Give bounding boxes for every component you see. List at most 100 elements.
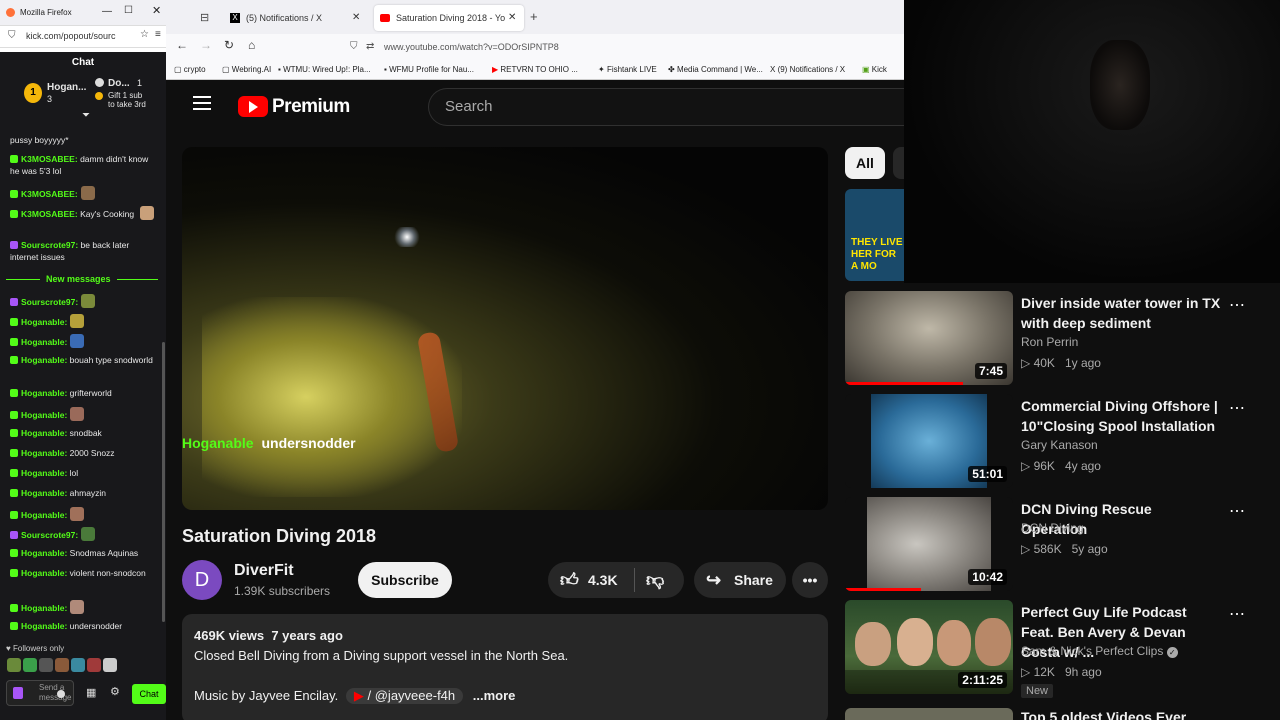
more-link[interactable]: ...more bbox=[473, 688, 516, 703]
rec-title[interactable]: Commercial Diving Offshore | 10"Closing … bbox=[1021, 396, 1221, 436]
message-user[interactable]: Sourscrote97: bbox=[21, 530, 78, 540]
store-icon[interactable]: ▦ bbox=[86, 686, 96, 699]
message-user[interactable]: Hoganable: bbox=[21, 568, 67, 578]
emote-icon[interactable] bbox=[7, 658, 21, 672]
chat-scrollbar[interactable] bbox=[162, 342, 165, 622]
message-user[interactable]: Sourscrote97: bbox=[21, 297, 78, 307]
rec-more-icon[interactable]: ⋯ bbox=[1229, 604, 1246, 624]
rec-channel[interactable]: DCN Diving bbox=[1021, 521, 1084, 535]
rec-more-icon[interactable]: ⋯ bbox=[1229, 501, 1246, 521]
video-player[interactable]: Hoganable undersnodder bbox=[182, 147, 828, 510]
url-text[interactable]: www.youtube.com/watch?v=ODOrSIPNTP8 bbox=[384, 42, 559, 52]
channel-name[interactable]: DiverFit bbox=[234, 562, 294, 580]
bookmark-item[interactable]: ▢ Webring.AI bbox=[222, 64, 271, 76]
message-user[interactable]: Hoganable: bbox=[21, 448, 67, 458]
like-button[interactable]: 👍︎ bbox=[560, 562, 579, 598]
rec-thumbnail[interactable]: 10:42 bbox=[845, 497, 1013, 591]
message-user[interactable]: Hoganable: bbox=[21, 548, 67, 558]
tab-youtube-video[interactable]: Saturation Diving 2018 - Yo ✕ bbox=[374, 5, 524, 31]
tab-close-icon[interactable]: ✕ bbox=[352, 5, 360, 31]
bookmark-item[interactable]: ✦ Fishtank LIVE bbox=[598, 64, 657, 76]
dislike-button[interactable]: 👎︎ bbox=[646, 562, 664, 598]
message-user[interactable]: Hoganable: bbox=[21, 488, 67, 498]
filter-chip-all[interactable]: All bbox=[845, 147, 885, 179]
left-url-text[interactable]: kick.com/popout/sourc bbox=[26, 31, 116, 41]
message-user[interactable]: Hoganable: bbox=[21, 337, 67, 347]
recommendation-item[interactable]: 10:42 DCN Diving Rescue Operation DCN Di… bbox=[845, 489, 1280, 591]
bookmark-item[interactable]: X (9) Notifications / X bbox=[770, 64, 845, 76]
message-user[interactable]: Hoganable: bbox=[21, 510, 67, 520]
message-user[interactable]: Hoganable: bbox=[21, 388, 67, 398]
channel-avatar[interactable]: D bbox=[182, 560, 222, 600]
message-user[interactable]: K3MOSABEE: bbox=[21, 189, 78, 199]
rec-channel[interactable]: Gary Kanason bbox=[1021, 438, 1098, 452]
emote-icon[interactable] bbox=[39, 658, 53, 672]
rec-more-icon[interactable]: ⋯ bbox=[1229, 295, 1246, 315]
subscribe-button[interactable]: Subscribe bbox=[358, 562, 452, 598]
close-icon[interactable]: ✕ bbox=[152, 4, 161, 17]
top-rec-thumbnail[interactable]: THEY LIVE HER FOR A MO bbox=[845, 189, 904, 281]
message-user[interactable]: Hoganable: bbox=[21, 603, 67, 613]
chat-send-button[interactable]: Chat bbox=[132, 684, 166, 704]
rec-channel[interactable]: Sam & Nick's Perfect Clips bbox=[1021, 644, 1163, 658]
message-user[interactable]: K3MOSABEE: bbox=[21, 209, 78, 219]
message-user[interactable]: Hoganable: bbox=[21, 468, 67, 478]
rec-thumbnail[interactable]: 51:01 bbox=[845, 394, 1013, 488]
forward-icon[interactable]: → bbox=[200, 38, 212, 52]
recommendation-item[interactable]: 2:11:25 Perfect Guy Life Podcast Feat. B… bbox=[845, 592, 1280, 702]
emote-icon[interactable] bbox=[55, 658, 69, 672]
message-user[interactable]: Hoganable: bbox=[21, 410, 67, 420]
message-input[interactable]: Send a message bbox=[6, 680, 74, 706]
rec-thumbnail[interactable]: 7:45 bbox=[845, 291, 1013, 385]
message-user[interactable]: Hoganable: bbox=[21, 355, 67, 365]
rec-more-icon[interactable]: ⋯ bbox=[1229, 398, 1246, 418]
rec-title[interactable]: Diver inside water tower in TX with deep… bbox=[1021, 293, 1221, 333]
url-field[interactable]: ⛉ ⇄ www.youtube.com/watch?v=ODOrSIPNTP8 bbox=[342, 36, 894, 58]
reload-icon[interactable]: ↻ bbox=[224, 38, 234, 52]
tab-x-notifications[interactable]: X (5) Notifications / X ✕ bbox=[224, 5, 368, 31]
message-user[interactable]: Hoganable: bbox=[21, 317, 67, 327]
share-button[interactable]: ↪ Share bbox=[694, 562, 786, 598]
message-user[interactable]: K3MOSABEE: bbox=[21, 154, 78, 164]
more-actions-button[interactable]: ••• bbox=[792, 562, 828, 598]
bookmark-item[interactable]: ▣ Kick bbox=[862, 64, 887, 76]
premium-logo-text[interactable]: Premium bbox=[272, 96, 350, 118]
bookmark-item[interactable]: ✤ Media Command | We... bbox=[668, 64, 763, 76]
youtube-logo-icon[interactable] bbox=[238, 96, 268, 117]
menu-icon[interactable]: ≡ bbox=[155, 29, 161, 40]
recommendation-item[interactable]: 51:01 Commercial Diving Offshore | 10"Cl… bbox=[845, 386, 1280, 488]
home-icon[interactable]: ⌂ bbox=[248, 38, 255, 52]
tab-list-icon[interactable]: ⊟ bbox=[200, 11, 209, 24]
emoji-icon[interactable] bbox=[57, 690, 65, 698]
search-input[interactable]: Search bbox=[428, 88, 904, 126]
bookmark-item[interactable]: ▪ WTMU: Wired Up!: Pla... bbox=[278, 64, 371, 76]
collapse-icon[interactable]: ⏷ bbox=[82, 110, 90, 121]
recommendation-item[interactable]: 7:45 Diver inside water tower in TX with… bbox=[845, 283, 1280, 385]
minimize-icon[interactable]: — bbox=[102, 6, 112, 17]
partial-rec-thumbnail[interactable] bbox=[845, 708, 1013, 720]
emote-icon[interactable] bbox=[23, 658, 37, 672]
maximize-icon[interactable]: ☐ bbox=[124, 5, 133, 16]
emote-icon[interactable] bbox=[103, 658, 117, 672]
bookmark-item[interactable]: ▶ RETVRN TO OHIO ... bbox=[492, 64, 578, 76]
hamburger-menu-icon[interactable] bbox=[193, 96, 211, 98]
emote-icon[interactable] bbox=[87, 658, 101, 672]
message-user[interactable]: Sourscrote97: bbox=[21, 240, 78, 250]
left-urlbar[interactable]: ⛉ kick.com/popout/sourc ☆ ≡ bbox=[0, 26, 166, 48]
bookmark-item[interactable]: ▢ crypto bbox=[174, 64, 206, 76]
message-user[interactable]: Hoganable: bbox=[21, 428, 67, 438]
rec-thumbnail[interactable]: 2:11:25 bbox=[845, 600, 1013, 694]
tab-close-icon[interactable]: ✕ bbox=[508, 5, 516, 31]
message-user[interactable]: Hoganable: bbox=[21, 621, 67, 631]
music-link[interactable]: ▶ / @jayveee-f4h bbox=[345, 688, 464, 704]
rec-channel[interactable]: Ron Perrin bbox=[1021, 335, 1078, 349]
filter-chip-next[interactable] bbox=[893, 147, 904, 179]
like-count[interactable]: 4.3K bbox=[588, 562, 618, 598]
bookmark-star-icon[interactable]: ☆ bbox=[140, 29, 149, 40]
settings-gear-icon[interactable]: ⚙ bbox=[110, 685, 120, 698]
emote-icon[interactable] bbox=[71, 658, 85, 672]
new-tab-icon[interactable]: + bbox=[530, 9, 538, 24]
partial-rec-title[interactable]: Top 5 oldest Videos Ever bbox=[1021, 709, 1186, 720]
back-icon[interactable]: ← bbox=[176, 38, 188, 52]
bookmark-item[interactable]: ▪ WFMU Profile for Nau... bbox=[384, 64, 474, 76]
